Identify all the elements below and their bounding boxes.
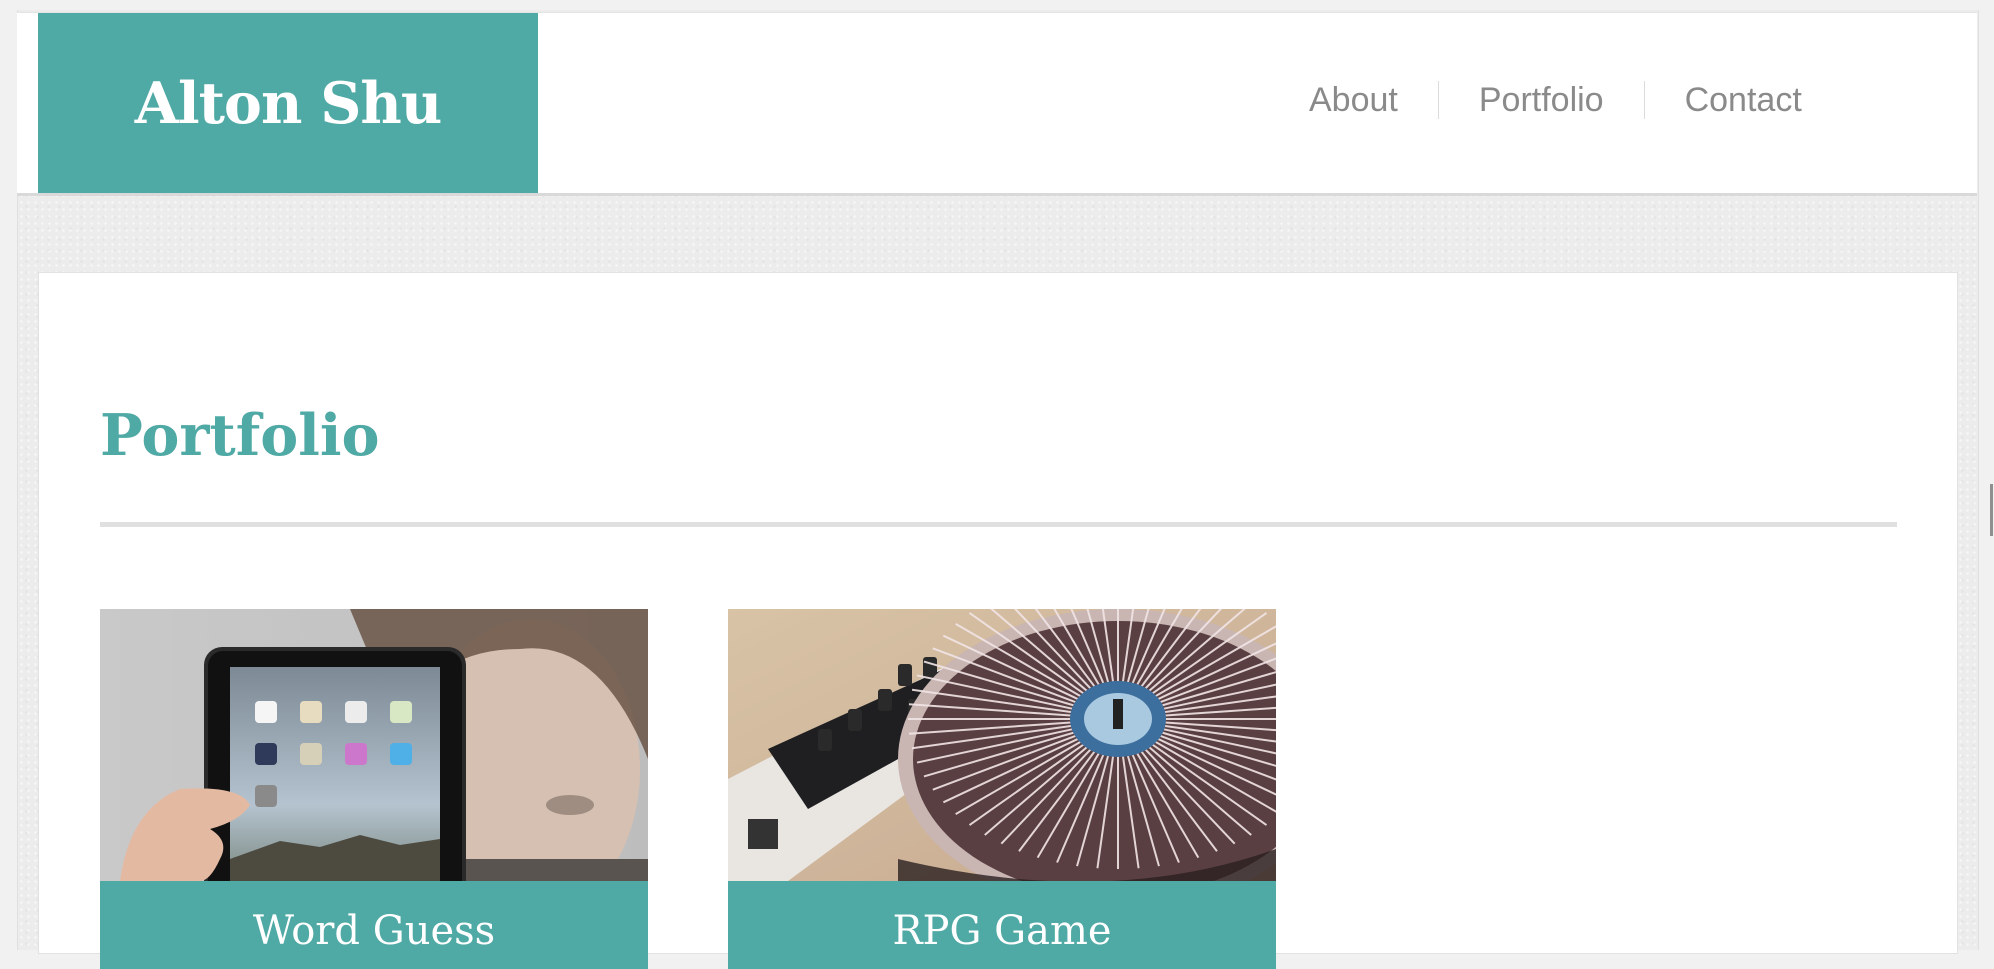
project-thumbnail-ipad	[100, 609, 648, 881]
project-title: RPG Game	[728, 881, 1276, 969]
project-title: Word Guess	[100, 881, 648, 969]
site-title: Alton Shu	[134, 69, 443, 137]
nav-link-about[interactable]: About	[1269, 81, 1438, 119]
nav-link-portfolio[interactable]: Portfolio	[1437, 81, 1644, 119]
portfolio-section: Portfolio Word Guess RPG Game	[38, 272, 1958, 969]
nav-link-contact[interactable]: Contact	[1643, 81, 1842, 119]
main-nav: About Portfolio Contact	[1269, 75, 1842, 125]
site-header: Alton Shu About Portfolio Contact	[17, 12, 1977, 196]
project-thumbnail-turntable	[728, 609, 1276, 881]
project-card-rpg-game[interactable]: RPG Game	[728, 609, 1276, 969]
scrollbar[interactable]	[1990, 484, 1993, 536]
title-divider	[100, 522, 1897, 527]
site-logo-link[interactable]: Alton Shu	[38, 13, 538, 193]
page-title: Portfolio	[100, 402, 380, 469]
project-card-word-guess[interactable]: Word Guess	[100, 609, 648, 969]
